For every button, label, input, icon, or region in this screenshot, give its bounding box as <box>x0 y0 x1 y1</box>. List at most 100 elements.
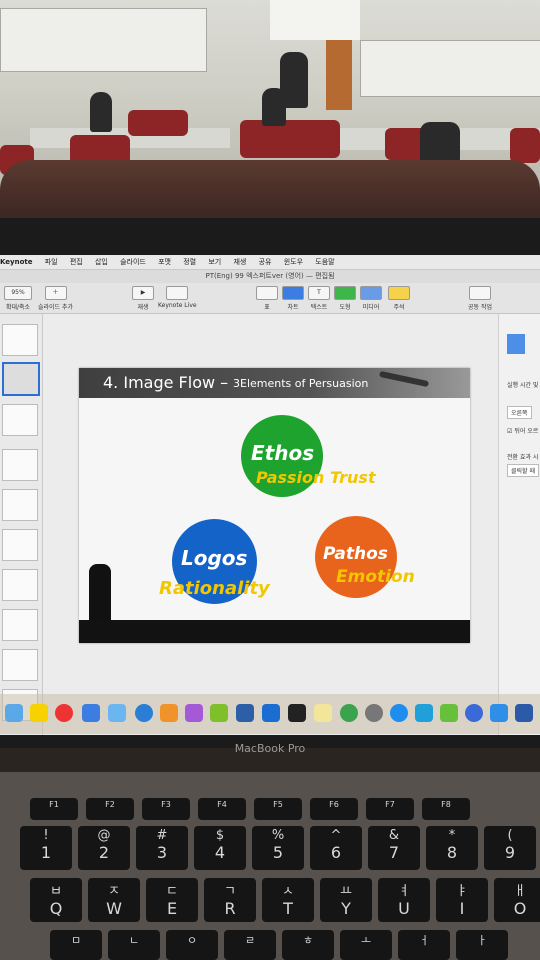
slide-thumbnail[interactable] <box>2 569 38 601</box>
key-legend: ㅛ <box>340 884 352 899</box>
appstore-icon[interactable] <box>390 704 408 722</box>
menu-item[interactable]: 편집 <box>70 258 83 266</box>
direction-select[interactable]: 오른쪽 <box>507 406 532 419</box>
number-key[interactable]: ^ 6 <box>310 826 362 870</box>
app-icon[interactable] <box>415 704 433 722</box>
play-button[interactable]: ▶ 재생 <box>132 286 154 311</box>
key-legend: U <box>398 899 410 918</box>
menu-item[interactable]: Keynote <box>0 258 33 266</box>
comment-button[interactable]: 주석 <box>388 286 410 311</box>
checkbox-option[interactable]: ☑ 뒤어 오르 <box>507 426 538 435</box>
menu-item[interactable]: 포맷 <box>158 258 171 266</box>
finder-icon[interactable] <box>5 704 23 722</box>
letter-key[interactable]: ㅛY <box>320 878 372 922</box>
key-legend: ( <box>507 828 513 843</box>
letter-key[interactable]: ㄱR <box>204 878 256 922</box>
letter-key[interactable]: ㅂQ <box>30 878 82 922</box>
menu-item[interactable]: 도움말 <box>315 258 334 266</box>
evernote-icon[interactable] <box>340 704 358 722</box>
menu-item[interactable]: 파일 <box>45 258 58 266</box>
key-legend: Q <box>49 899 63 918</box>
number-key[interactable]: % 5 <box>252 826 304 870</box>
app-icon[interactable] <box>515 704 533 722</box>
function-key[interactable]: F4 <box>198 798 246 820</box>
slide-thumbnail[interactable] <box>2 529 38 561</box>
letter-key[interactable]: ㄹ <box>224 930 276 960</box>
letter-key[interactable]: ㅐO <box>494 878 540 922</box>
app-icon[interactable] <box>210 704 228 722</box>
chrome-icon[interactable] <box>55 704 73 722</box>
menu-item[interactable]: 정렬 <box>183 258 196 266</box>
text-button[interactable]: T 텍스트 <box>308 286 330 311</box>
menu-item[interactable]: 삽입 <box>95 258 108 266</box>
key-legend: E <box>166 899 178 918</box>
stickies-icon[interactable] <box>314 704 332 722</box>
menu-item[interactable]: 재생 <box>233 258 246 266</box>
app-icon[interactable] <box>465 704 483 722</box>
letter-key[interactable]: ㅎ <box>282 930 334 960</box>
function-key[interactable]: F2 <box>86 798 134 820</box>
number-key[interactable]: * 8 <box>426 826 478 870</box>
plus-icon[interactable] <box>490 704 508 722</box>
zoom-control[interactable]: 95% 확대/축소 <box>4 286 32 311</box>
number-key[interactable]: #3 <box>136 826 188 870</box>
number-key[interactable]: & 7 <box>368 826 420 870</box>
function-key[interactable]: F8 <box>422 798 470 820</box>
key-legend: ㅇ <box>186 934 198 947</box>
menu-item[interactable]: 슬라이드 <box>120 258 146 266</box>
letter-key[interactable]: ㅏ <box>456 930 508 960</box>
slide-thumbnail[interactable] <box>2 649 38 681</box>
number-key[interactable]: (9 <box>484 826 536 870</box>
letter-key[interactable]: ㅗ <box>340 930 392 960</box>
function-key[interactable]: F7 <box>366 798 414 820</box>
number-key[interactable]: $4 <box>194 826 246 870</box>
menu-item[interactable]: 보기 <box>208 258 221 266</box>
function-key[interactable]: F6 <box>310 798 358 820</box>
function-key[interactable]: F3 <box>142 798 190 820</box>
collaborate-button[interactable]: 공동 작업 <box>468 286 492 311</box>
number-key[interactable]: ! 1 <box>20 826 72 870</box>
pages-icon[interactable] <box>160 704 178 722</box>
slide-thumbnail[interactable] <box>2 404 38 436</box>
keynote-live-button[interactable]: Keynote Live <box>158 286 197 309</box>
shape-button[interactable]: 도형 <box>334 286 356 311</box>
app-icon[interactable] <box>288 704 306 722</box>
app-icon[interactable] <box>236 704 254 722</box>
letter-key[interactable]: ㅓ <box>398 930 450 960</box>
function-key[interactable]: F1 <box>30 798 78 820</box>
settings-icon[interactable] <box>365 704 383 722</box>
slide-thumbnail[interactable] <box>2 324 38 356</box>
letter-key[interactable]: ㅇ <box>166 930 218 960</box>
slide-thumbnail[interactable] <box>2 449 38 481</box>
letter-key[interactable]: ㅕU <box>378 878 430 922</box>
torrent-icon[interactable] <box>440 704 458 722</box>
slide-thumbnail[interactable] <box>2 489 38 521</box>
menu-item[interactable]: 윈도우 <box>284 258 303 266</box>
media-button[interactable]: 미디어 <box>360 286 382 311</box>
letter-key[interactable]: ㅁ <box>50 930 102 960</box>
slide[interactable]: 4. Image Flow – 3Elements of Persuasion … <box>79 368 470 643</box>
trigger-select[interactable]: 클릭할 때 <box>507 464 539 477</box>
letter-key[interactable]: ㅑI <box>436 878 488 922</box>
chart-button[interactable]: 차트 <box>282 286 304 311</box>
letter-key[interactable]: ㄴ <box>108 930 160 960</box>
function-key[interactable]: F5 <box>254 798 302 820</box>
table-button[interactable]: 표 <box>256 286 278 311</box>
preview-icon[interactable] <box>108 704 126 722</box>
app-store-icon[interactable] <box>262 704 280 722</box>
number-key[interactable]: @2 <box>78 826 130 870</box>
kakaotalk-icon[interactable] <box>30 704 48 722</box>
add-slide-button[interactable]: ＋ 슬라이드 추가 <box>38 286 73 311</box>
letter-key[interactable]: ㅅT <box>262 878 314 922</box>
safari-icon[interactable] <box>135 704 153 722</box>
key-legend: ㄷ <box>166 884 178 899</box>
animate-icon[interactable] <box>507 334 525 354</box>
menu-item[interactable]: 공유 <box>259 258 272 266</box>
slide-thumbnail[interactable] <box>2 609 38 641</box>
letter-key[interactable]: ㄷE <box>146 878 198 922</box>
photos-icon[interactable] <box>82 704 100 722</box>
microphone-icon <box>378 370 430 388</box>
letter-key[interactable]: ㅈW <box>88 878 140 922</box>
slide-thumbnail-selected[interactable] <box>2 362 40 396</box>
imovie-icon[interactable] <box>185 704 203 722</box>
